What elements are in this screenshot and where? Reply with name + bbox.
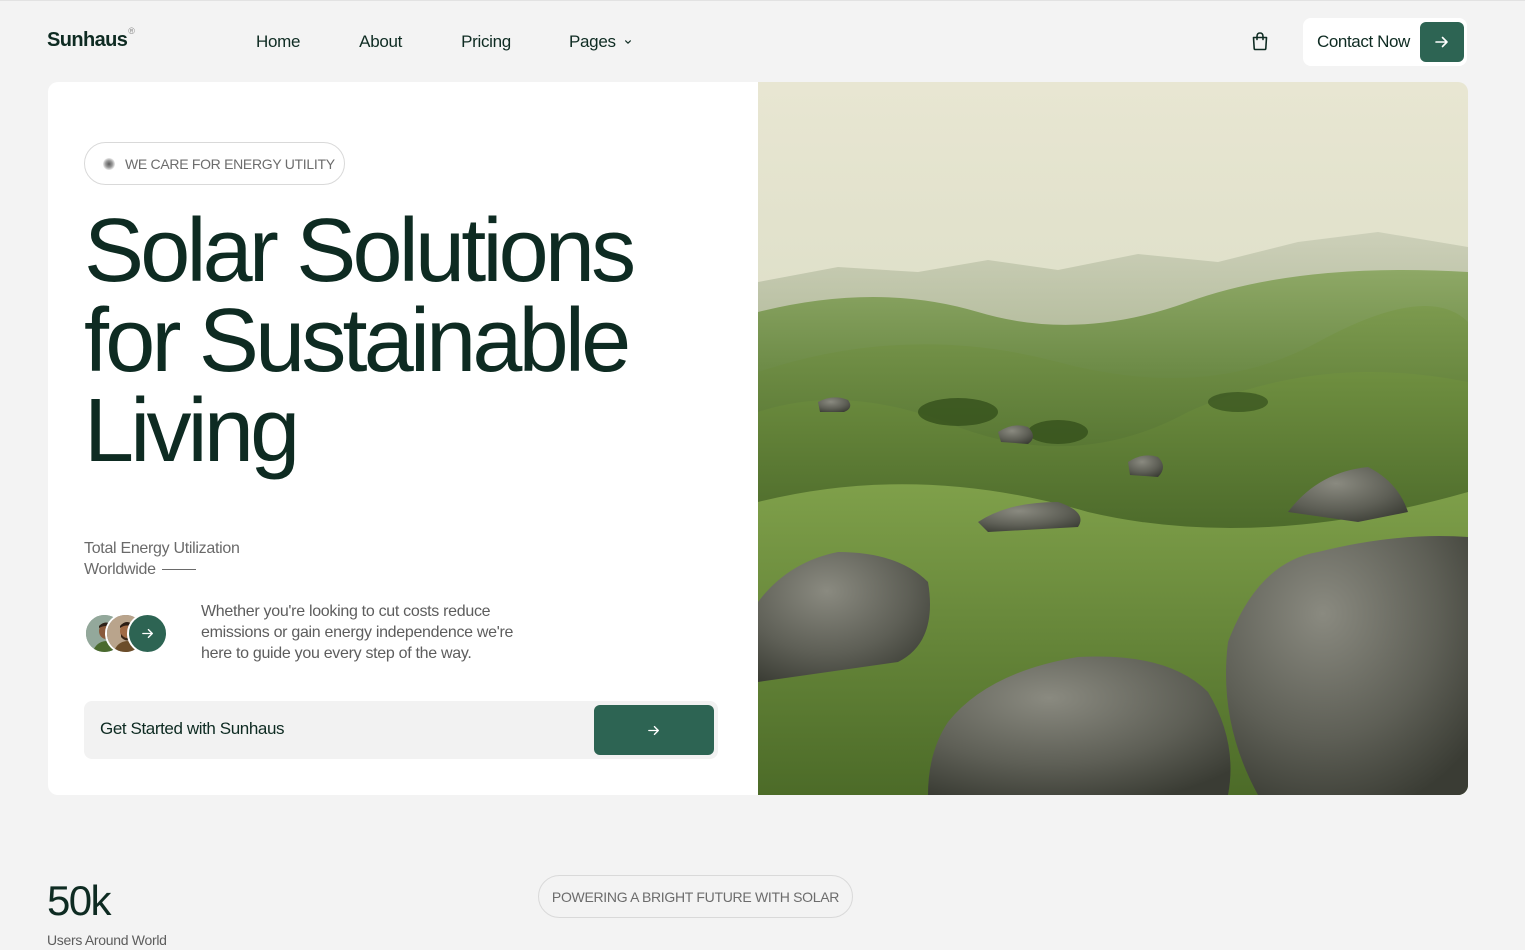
hero-headline: Solar Solutions for Sustainable Living xyxy=(84,206,724,476)
avatars-arrow-button[interactable] xyxy=(127,613,168,654)
hero-landscape-image xyxy=(758,82,1468,795)
glow-dot-icon xyxy=(103,158,115,170)
get-started-label: Get Started with Sunhaus xyxy=(100,719,285,738)
energy-utilization-caption: Total Energy Utilization Worldwide xyxy=(84,538,240,580)
users-count: 50k xyxy=(47,877,112,924)
arrow-right-icon xyxy=(1420,22,1464,62)
headline-line-1: Solar Solutions xyxy=(84,201,636,301)
top-navigation: Sunhaus® Home About Pricing Pages Contac… xyxy=(0,1,1525,81)
shopping-bag-icon[interactable] xyxy=(1249,30,1271,52)
main-menu: Home About Pricing Pages xyxy=(256,32,632,52)
headline-line-2: for Sustainable xyxy=(84,291,631,391)
nav-item-about[interactable]: About xyxy=(359,32,402,52)
chevron-down-icon xyxy=(624,40,631,44)
hero-description: Whether you're looking to cut costs redu… xyxy=(201,603,514,662)
get-started-button[interactable] xyxy=(594,705,714,755)
contact-now-button[interactable]: Contact Now xyxy=(1303,18,1467,66)
users-count-label: Users Around World xyxy=(47,932,167,948)
brand-logo[interactable]: Sunhaus® xyxy=(47,26,135,52)
utilization-line-2: Worldwide xyxy=(84,561,156,578)
hero-content-card: WE CARE FOR ENERGY UTILITY Solar Solutio… xyxy=(48,82,758,795)
arrow-right-icon xyxy=(141,628,153,639)
nav-item-pages-label: Pages xyxy=(568,32,616,51)
section-badge: POWERING A BRIGHT FUTURE WITH SOLAR xyxy=(538,875,853,918)
contact-now-label: Contact Now xyxy=(1317,32,1410,51)
energy-utility-badge: WE CARE FOR ENERGY UTILITY xyxy=(84,142,345,185)
get-started-bar[interactable]: Get Started with Sunhaus xyxy=(84,701,718,759)
arrow-right-icon xyxy=(648,725,659,735)
nav-item-pages[interactable]: Pages xyxy=(569,32,632,52)
energy-utility-badge-text: WE CARE FOR ENERGY UTILITY xyxy=(125,155,335,172)
nav-item-home[interactable]: Home xyxy=(256,32,300,52)
registered-mark: ® xyxy=(128,26,135,37)
caption-divider xyxy=(161,569,196,571)
nav-item-pricing[interactable]: Pricing xyxy=(461,32,511,52)
customer-avatars xyxy=(84,613,174,655)
headline-line-3: Living xyxy=(84,381,300,481)
brand-name: Sunhaus xyxy=(47,29,128,51)
utilization-line-1: Total Energy Utilization xyxy=(84,540,240,557)
